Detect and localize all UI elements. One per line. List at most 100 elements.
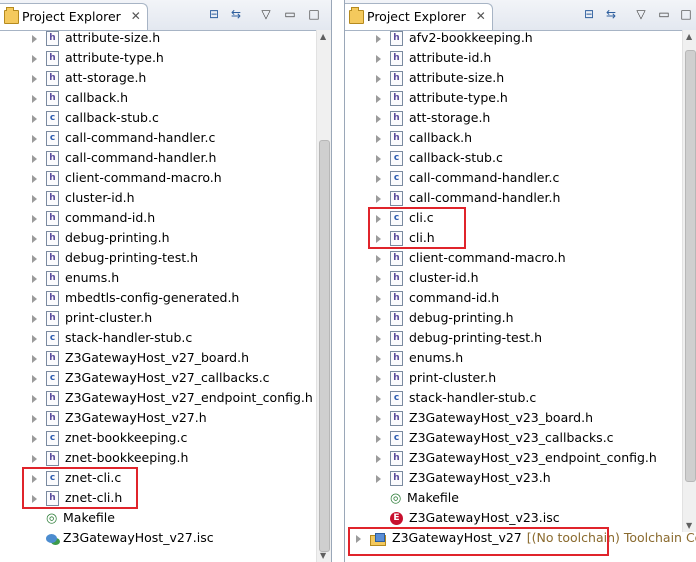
tree-item[interactable]: ◎ Makefile xyxy=(46,508,115,528)
maximize-icon[interactable]: □ xyxy=(306,6,322,22)
expand-arrow-icon[interactable] xyxy=(374,254,384,264)
expand-arrow-icon[interactable] xyxy=(30,34,40,44)
tree-item[interactable]: c callback-stub.c xyxy=(30,108,159,128)
tree-item[interactable]: h callback.h xyxy=(30,88,128,108)
tree-item[interactable]: c call-command-handler.c xyxy=(30,128,215,148)
tab-project-explorer[interactable]: Project Explorer ✕ xyxy=(345,3,493,30)
scroll-up-icon[interactable]: ▲ xyxy=(686,32,692,41)
tree-item[interactable]: h debug-printing.h xyxy=(30,228,170,248)
expand-arrow-icon[interactable] xyxy=(374,154,384,164)
tree-item[interactable]: h mbedtls-config-generated.h xyxy=(30,288,239,308)
expand-arrow-icon[interactable] xyxy=(30,74,40,84)
expand-arrow-icon[interactable] xyxy=(30,174,40,184)
tree-item[interactable]: h debug-printing-test.h xyxy=(374,328,542,348)
expand-arrow-icon[interactable] xyxy=(374,74,384,84)
tree-item[interactable]: h call-command-handler.h xyxy=(374,188,560,208)
tree-item[interactable]: h cluster-id.h xyxy=(374,268,479,288)
tree-item[interactable]: h Z3GatewayHost_v23.h xyxy=(374,468,551,488)
tree-item[interactable]: c Z3GatewayHost_v27_callbacks.c xyxy=(30,368,270,388)
expand-arrow-icon[interactable] xyxy=(30,394,40,404)
tree-item[interactable]: h att-storage.h xyxy=(30,68,146,88)
expand-arrow-icon[interactable] xyxy=(30,154,40,164)
expand-arrow-icon[interactable] xyxy=(374,414,384,424)
tree-item[interactable]: h att-storage.h xyxy=(374,108,490,128)
tree-item[interactable]: c znet-bookkeeping.c xyxy=(30,428,187,448)
tree-item[interactable]: h debug-printing.h xyxy=(374,308,514,328)
tree-item[interactable]: ◎ Makefile xyxy=(390,488,459,508)
scroll-down-icon[interactable]: ▼ xyxy=(686,521,692,530)
tree-item[interactable]: h client-command-macro.h xyxy=(30,168,222,188)
tab-project-explorer[interactable]: Project Explorer ✕ xyxy=(0,3,148,30)
expand-arrow-icon[interactable] xyxy=(30,334,40,344)
tree-item[interactable]: h attribute-size.h xyxy=(374,68,504,88)
expand-arrow-icon[interactable] xyxy=(30,314,40,324)
tree-item[interactable]: h attribute-id.h xyxy=(374,48,491,68)
close-icon[interactable]: ✕ xyxy=(131,4,141,29)
tree-item[interactable]: h enums.h xyxy=(374,348,463,368)
tree-item[interactable]: h command-id.h xyxy=(30,208,155,228)
expand-arrow-icon[interactable] xyxy=(374,194,384,204)
tree-item[interactable]: c call-command-handler.c xyxy=(374,168,559,188)
collapse-all-icon[interactable]: ⊟ xyxy=(581,6,597,22)
scrollbar[interactable]: ▲ ▼ xyxy=(316,30,331,562)
expand-arrow-icon[interactable] xyxy=(30,434,40,444)
maximize-icon[interactable]: □ xyxy=(678,6,694,22)
tree-item[interactable]: h Z3GatewayHost_v27.h xyxy=(30,408,207,428)
expand-arrow-icon[interactable] xyxy=(30,354,40,364)
scrollbar[interactable]: ▲ ▼ xyxy=(682,30,696,532)
tree-item[interactable]: c stack-handler-stub.c xyxy=(30,328,192,348)
tree-item[interactable]: h Z3GatewayHost_v23_board.h xyxy=(374,408,593,428)
expand-arrow-icon[interactable] xyxy=(374,294,384,304)
scroll-thumb[interactable] xyxy=(685,50,696,482)
expand-arrow-icon[interactable] xyxy=(374,134,384,144)
link-with-editor-icon[interactable]: ⇆ xyxy=(603,6,619,22)
scroll-up-icon[interactable]: ▲ xyxy=(320,32,326,41)
expand-arrow-icon[interactable] xyxy=(374,114,384,124)
expand-arrow-icon[interactable] xyxy=(374,274,384,284)
tree-item[interactable]: h client-command-macro.h xyxy=(374,248,566,268)
scroll-down-icon[interactable]: ▼ xyxy=(320,551,326,560)
expand-arrow-icon[interactable] xyxy=(374,354,384,364)
expand-arrow-icon[interactable] xyxy=(374,374,384,384)
tree-item[interactable]: c callback-stub.c xyxy=(374,148,503,168)
tree-item[interactable]: h print-cluster.h xyxy=(30,308,152,328)
expand-arrow-icon[interactable] xyxy=(374,174,384,184)
tree-item[interactable]: h callback.h xyxy=(374,128,472,148)
expand-arrow-icon[interactable] xyxy=(374,314,384,324)
tree-item[interactable]: E Z3GatewayHost_v23.isc xyxy=(390,508,560,528)
close-icon[interactable]: ✕ xyxy=(476,4,486,29)
expand-arrow-icon[interactable] xyxy=(30,234,40,244)
expand-arrow-icon[interactable] xyxy=(30,274,40,284)
tree-item[interactable]: h call-command-handler.h xyxy=(30,148,216,168)
view-menu-icon[interactable]: ▽ xyxy=(258,6,274,22)
expand-arrow-icon[interactable] xyxy=(30,254,40,264)
tree-item[interactable]: h attribute-size.h xyxy=(30,28,160,48)
tree-item[interactable]: Z3GatewayHost_v27.isc xyxy=(46,528,214,548)
tree-item[interactable]: h afv2-bookkeeping.h xyxy=(374,28,533,48)
expand-arrow-icon[interactable] xyxy=(374,474,384,484)
tree-item[interactable]: h Z3GatewayHost_v27_endpoint_config.h xyxy=(30,388,313,408)
tree-item[interactable]: h attribute-type.h xyxy=(30,48,164,68)
tree-item[interactable]: h debug-printing-test.h xyxy=(30,248,198,268)
tree-item[interactable]: h Z3GatewayHost_v27_board.h xyxy=(30,348,249,368)
expand-arrow-icon[interactable] xyxy=(30,54,40,64)
expand-arrow-icon[interactable] xyxy=(30,294,40,304)
tree-item[interactable]: h znet-bookkeeping.h xyxy=(30,448,188,468)
expand-arrow-icon[interactable] xyxy=(374,394,384,404)
expand-arrow-icon[interactable] xyxy=(374,94,384,104)
expand-arrow-icon[interactable] xyxy=(374,334,384,344)
collapse-all-icon[interactable]: ⊟ xyxy=(206,6,222,22)
expand-arrow-icon[interactable] xyxy=(30,134,40,144)
tree-item[interactable]: h cluster-id.h xyxy=(30,188,135,208)
expand-arrow-icon[interactable] xyxy=(374,434,384,444)
tree-item[interactable]: c stack-handler-stub.c xyxy=(374,388,536,408)
expand-arrow-icon[interactable] xyxy=(30,194,40,204)
expand-arrow-icon[interactable] xyxy=(30,374,40,384)
expand-arrow-icon[interactable] xyxy=(30,94,40,104)
expand-arrow-icon[interactable] xyxy=(30,114,40,124)
tree-item[interactable]: h Z3GatewayHost_v23_endpoint_config.h xyxy=(374,448,657,468)
expand-arrow-icon[interactable] xyxy=(30,214,40,224)
minimize-icon[interactable]: ▭ xyxy=(656,6,672,22)
link-with-editor-icon[interactable]: ⇆ xyxy=(228,6,244,22)
expand-arrow-icon[interactable] xyxy=(30,454,40,464)
